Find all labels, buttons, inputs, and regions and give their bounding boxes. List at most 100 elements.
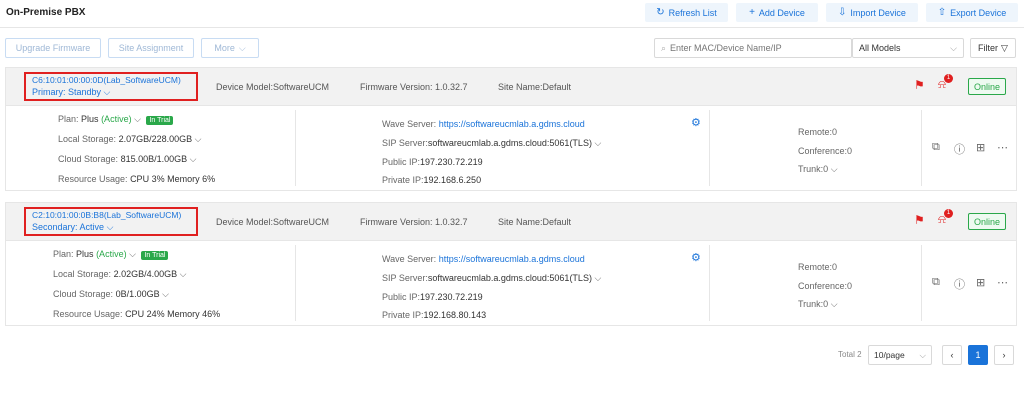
gear-icon[interactable]: ⚙ (691, 251, 701, 264)
toolbox-icon[interactable]: ⊞ (976, 276, 985, 289)
firmware-version: Firmware Version: 1.0.32.7 (360, 82, 468, 92)
chevron-down-icon[interactable]: ⌵ (831, 299, 838, 309)
chevron-down-icon[interactable]: ⌵ (129, 249, 136, 259)
trunk-row: Trunk:0 ⌵ (798, 164, 838, 175)
chevron-down-icon[interactable]: ⌵ (134, 114, 141, 124)
status-badge: Online (968, 213, 1006, 230)
local-storage-value: 2.07GB/228.00GB (118, 134, 193, 144)
gear-icon[interactable]: ⚙ (691, 116, 701, 129)
model-select-value: All Models (859, 43, 901, 53)
header-divider (0, 27, 1024, 28)
alarm-off-icon[interactable]: ⚑ (914, 78, 925, 92)
private-ip-label: Private IP: (382, 175, 424, 185)
chevron-down-icon[interactable]: ⌵ (190, 154, 197, 164)
info-icon[interactable]: ⓘ (954, 141, 965, 157)
wave-server-row: Wave Server: https://softwareucmlab.a.gd… (382, 254, 585, 264)
chevron-down-icon: ⌵ (238, 42, 246, 53)
sip-server-label: SIP Server: (382, 138, 428, 148)
private-ip-label: Private IP: (382, 310, 424, 320)
device-id-box[interactable]: C6:10:01:00:00:0D(Lab_SoftwareUCM) Prima… (24, 72, 198, 101)
more-options-icon[interactable]: ⋯ (997, 141, 1008, 154)
page-size-select[interactable]: 10/page ⌵ (868, 345, 932, 365)
import-device-label: Import Device (850, 7, 906, 18)
sip-server-value: softwareucmlab.a.gdms.cloud:5061(TLS) (427, 273, 592, 283)
site-assignment-button[interactable]: Site Assignment (108, 38, 194, 58)
refresh-list-button[interactable]: ↻ Refresh List (645, 3, 728, 22)
device-mac-name[interactable]: C2:10:01:00:0B:B8(Lab_SoftwareUCM) (32, 210, 190, 220)
search-input[interactable] (670, 43, 841, 53)
cloud-storage-label: Cloud Storage: (53, 289, 114, 299)
notification-bell[interactable]: ⍾ 1 (938, 74, 953, 92)
refresh-list-label: Refresh List (668, 7, 717, 18)
local-storage-row: Local Storage: 2.02GB/4.00GB ⌵ (53, 269, 186, 280)
cloud-storage-row: Cloud Storage: 815.00B/1.00GB ⌵ (58, 154, 196, 165)
toolbox-icon[interactable]: ⊞ (976, 141, 985, 154)
notification-bell[interactable]: ⍾ 1 (938, 209, 953, 227)
info-icon[interactable]: ⓘ (954, 276, 965, 292)
local-storage-label: Local Storage: (53, 269, 112, 279)
prev-page-button[interactable]: ‹ (942, 345, 962, 365)
wave-server-link[interactable]: https://softwareucmlab.a.gdms.cloud (439, 254, 585, 264)
filter-icon: ▽ (1001, 42, 1008, 53)
local-storage-row: Local Storage: 2.07GB/228.00GB ⌵ (58, 134, 201, 145)
column-divider (295, 245, 296, 321)
page-number-button[interactable]: 1 (968, 345, 988, 365)
alarm-off-icon[interactable]: ⚑ (914, 213, 925, 227)
firmware-version: Firmware Version: 1.0.32.7 (360, 217, 468, 227)
chevron-down-icon[interactable]: ⌵ (831, 164, 838, 174)
topology-icon[interactable]: ⧉ (932, 141, 940, 154)
sip-server-value: softwareucmlab.a.gdms.cloud:5061(TLS) (427, 138, 592, 148)
conference-count: Conference:0 (798, 281, 853, 291)
more-options-icon[interactable]: ⋯ (997, 276, 1008, 289)
chevron-down-icon[interactable]: ⌵ (180, 269, 187, 279)
local-storage-value: 2.02GB/4.00GB (113, 269, 178, 279)
filter-label: Filter (978, 43, 999, 53)
device-role-dropdown[interactable]: Secondary: Active ⌵ (32, 222, 190, 233)
public-ip-label: Public IP: (382, 157, 421, 167)
chevron-down-icon[interactable]: ⌵ (594, 273, 601, 283)
public-ip-value: 197.230.72.219 (420, 157, 483, 167)
remote-count: Remote:0 (798, 127, 838, 137)
page-size-value: 10/page (874, 350, 905, 360)
plan-value: Plus (76, 249, 94, 259)
topology-icon[interactable]: ⧉ (932, 276, 940, 289)
export-device-button[interactable]: ⇧ Export Device (926, 3, 1018, 22)
device-role-dropdown[interactable]: Primary: Standby ⌵ (32, 87, 190, 98)
site-name: Site Name:Default (498, 217, 572, 227)
private-ip-value: 192.168.80.143 (423, 310, 487, 320)
wave-server-row: Wave Server: https://softwareucmlab.a.gd… (382, 119, 585, 129)
device-mac-name[interactable]: C6:10:01:00:00:0D(Lab_SoftwareUCM) (32, 75, 190, 85)
resource-usage-label: Resource Usage: (53, 309, 123, 319)
trial-badge: In Trial (146, 116, 174, 125)
status-badge: Online (968, 78, 1006, 95)
search-field[interactable]: ⌕ (654, 38, 852, 58)
chevron-down-icon[interactable]: ⌵ (162, 289, 169, 299)
import-device-button[interactable]: ⇩ Import Device (826, 3, 918, 22)
wave-server-link[interactable]: https://softwareucmlab.a.gdms.cloud (439, 119, 585, 129)
next-page-button[interactable]: › (994, 345, 1014, 365)
trunk-row: Trunk:0 ⌵ (798, 299, 838, 310)
resource-usage-row: Resource Usage: CPU 24% Memory 46% (53, 309, 220, 319)
plan-label: Plan: (58, 114, 79, 124)
device-card-header: C2:10:01:00:0B:B8(Lab_SoftwareUCM) Secon… (6, 203, 1016, 241)
trial-badge: In Trial (141, 251, 169, 260)
sip-server-label: SIP Server: (382, 273, 428, 283)
plan-label: Plan: (53, 249, 74, 259)
trunk-count: Trunk:0 (798, 299, 829, 309)
filter-button[interactable]: Filter ▽ (970, 38, 1016, 58)
model-select[interactable]: All Models ⌵ (852, 38, 964, 58)
private-ip-row: Private IP:192.168.6.250 (382, 175, 481, 185)
plan-value: Plus (81, 114, 99, 124)
chevron-down-icon[interactable]: ⌵ (594, 138, 601, 148)
chevron-down-icon[interactable]: ⌵ (195, 134, 202, 144)
device-role: Secondary: Active (32, 222, 105, 232)
device-card: C6:10:01:00:00:0D(Lab_SoftwareUCM) Prima… (5, 67, 1017, 191)
more-button[interactable]: More ⌵ (201, 38, 259, 58)
plan-state: (Active) (96, 249, 127, 259)
column-divider (921, 110, 922, 186)
add-device-button[interactable]: + Add Device (736, 3, 818, 22)
device-id-box[interactable]: C2:10:01:00:0B:B8(Lab_SoftwareUCM) Secon… (24, 207, 198, 236)
upgrade-firmware-button[interactable]: Upgrade Firmware (5, 38, 101, 58)
device-card-header: C6:10:01:00:00:0D(Lab_SoftwareUCM) Prima… (6, 68, 1016, 106)
resource-usage-label: Resource Usage: (58, 174, 128, 184)
